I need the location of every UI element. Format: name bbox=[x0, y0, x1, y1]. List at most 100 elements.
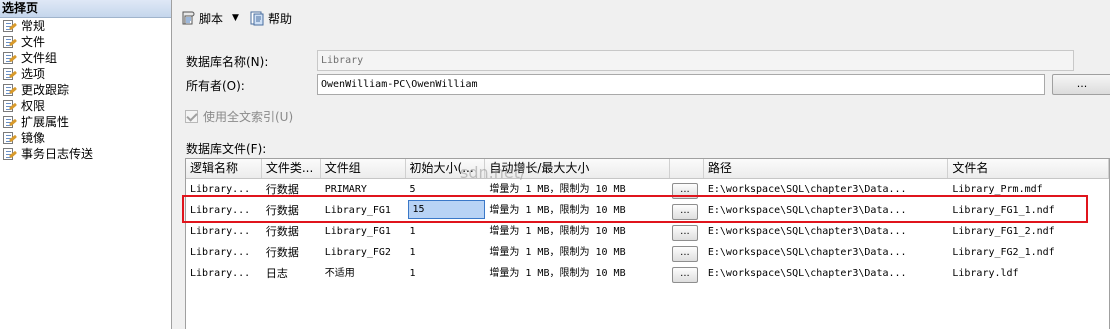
fulltext-checkbox bbox=[185, 110, 198, 123]
page-settings-icon bbox=[2, 147, 18, 161]
page-settings-icon bbox=[2, 131, 18, 145]
column-header[interactable]: 逻辑名称 bbox=[186, 159, 262, 178]
page-item[interactable]: 文件组 bbox=[0, 50, 171, 66]
column-header[interactable] bbox=[670, 159, 704, 178]
cell-type[interactable]: 行数据 bbox=[262, 242, 321, 263]
cell-size[interactable]: 15 bbox=[406, 200, 486, 221]
cell-growth[interactable]: 增量为 1 MB，限制为 10 MB bbox=[485, 263, 670, 284]
cell-group[interactable]: PRIMARY bbox=[321, 179, 406, 200]
cell-path[interactable]: E:\workspace\SQL\chapter3\Data... bbox=[704, 263, 948, 284]
grid-header: 逻辑名称 文件类... 文件组 初始大小(... 自动增长/最大大小 路径 文件名 bbox=[186, 159, 1109, 179]
cell-type[interactable]: 日志 bbox=[262, 263, 321, 284]
page-settings-icon bbox=[2, 19, 18, 33]
grid-row[interactable]: Library... 行数据 Library_FG1 1 增量为 1 MB，限制为 10… bbox=[186, 221, 1109, 242]
cell-group[interactable]: Library_FG2 bbox=[321, 242, 406, 263]
page-item[interactable]: 扩展属性 bbox=[0, 114, 171, 130]
db-name-field: Library bbox=[317, 50, 1074, 71]
owner-field[interactable]: OwenWilliam-PC\OwenWilliam bbox=[317, 74, 1045, 95]
cell-type[interactable]: 行数据 bbox=[262, 179, 321, 200]
page-item-label: 事务日志传送 bbox=[21, 147, 94, 161]
cell-path[interactable]: E:\workspace\SQL\chapter3\Data... bbox=[704, 200, 948, 221]
page-item-label: 镜像 bbox=[21, 131, 46, 145]
page-item[interactable]: 选项 bbox=[0, 66, 171, 82]
growth-edit-cell: ... bbox=[670, 179, 704, 200]
help-button[interactable]: 帮助 bbox=[246, 7, 295, 29]
column-header[interactable]: 文件名 bbox=[948, 159, 1109, 178]
cell-growth[interactable]: 增量为 1 MB，限制为 10 MB bbox=[485, 200, 670, 221]
cell-type[interactable]: 行数据 bbox=[262, 200, 321, 221]
column-header[interactable]: 路径 bbox=[704, 159, 949, 178]
column-header[interactable]: 文件组 bbox=[321, 159, 406, 178]
page-settings-icon bbox=[2, 99, 18, 113]
page-settings-icon bbox=[2, 115, 18, 129]
cell-size[interactable]: 1 bbox=[406, 242, 486, 263]
cell-size[interactable]: 1 bbox=[406, 263, 486, 284]
growth-edit-button[interactable]: ... bbox=[671, 183, 698, 199]
cell-logical[interactable]: Library... bbox=[186, 179, 262, 200]
fulltext-label: 使用全文索引(U) bbox=[203, 110, 294, 124]
owner-browse-button[interactable]: ... bbox=[1052, 74, 1110, 95]
cell-logical[interactable]: Library... bbox=[186, 221, 262, 242]
cell-growth[interactable]: 增量为 1 MB，限制为 10 MB bbox=[485, 179, 670, 200]
cell-file[interactable]: Library_FG2_1.ndf bbox=[948, 242, 1109, 263]
db-files-grid: 逻辑名称 文件类... 文件组 初始大小(... 自动增长/最大大小 路径 文件名 Libr… bbox=[185, 158, 1110, 329]
chevron-down-icon[interactable]: ▼ bbox=[232, 13, 239, 23]
grid-row[interactable]: Library... 行数据 Library_FG2 1 增量为 1 MB，限制为 10… bbox=[186, 242, 1109, 263]
initial-size-input[interactable]: 15 bbox=[407, 200, 486, 219]
column-header[interactable]: 文件类... bbox=[262, 159, 321, 178]
growth-edit-button[interactable]: ... bbox=[671, 225, 698, 241]
cell-logical[interactable]: Library... bbox=[186, 263, 262, 284]
page-item[interactable]: 事务日志传送 bbox=[0, 146, 171, 162]
growth-edit-cell: ... bbox=[670, 263, 704, 284]
script-icon bbox=[182, 11, 195, 25]
cell-logical[interactable]: Library... bbox=[186, 200, 262, 221]
growth-edit-button[interactable]: ... bbox=[671, 246, 698, 262]
grid-row[interactable]: Library... 行数据 Library_FG1 15 增量为 1 MB，限制为 1… bbox=[186, 200, 1109, 221]
page-item[interactable]: 权限 bbox=[0, 98, 171, 114]
growth-edit-cell: ... bbox=[670, 221, 704, 242]
cell-file[interactable]: Library_FG1_1.ndf bbox=[948, 200, 1109, 221]
help-label: 帮助 bbox=[267, 11, 292, 26]
properties-content: 脚本 ▼ 帮助 数据库名称(N): Library 所有者(O): OwenWi… bbox=[173, 0, 1110, 329]
cell-growth[interactable]: 增量为 1 MB，限制为 10 MB bbox=[485, 242, 670, 263]
growth-edit-cell: ... bbox=[670, 242, 704, 263]
growth-edit-button[interactable]: ... bbox=[671, 204, 698, 220]
cell-logical[interactable]: Library... bbox=[186, 242, 262, 263]
grid-row[interactable]: Library... 日志 不适用 1 增量为 1 MB，限制为 10 MB... E:\… bbox=[186, 263, 1109, 284]
cell-path[interactable]: E:\workspace\SQL\chapter3\Data... bbox=[704, 221, 948, 242]
cell-type[interactable]: 行数据 bbox=[262, 221, 321, 242]
cell-path[interactable]: E:\workspace\SQL\chapter3\Data... bbox=[704, 179, 948, 200]
script-button[interactable]: 脚本 ▼ bbox=[177, 7, 242, 29]
cell-group[interactable]: Library_FG1 bbox=[321, 221, 406, 242]
owner-label: 所有者(O): bbox=[186, 79, 245, 93]
growth-edit-button[interactable]: ... bbox=[671, 267, 698, 283]
cell-group[interactable]: 不适用 bbox=[321, 263, 406, 284]
cell-path[interactable]: E:\workspace\SQL\chapter3\Data... bbox=[704, 242, 948, 263]
page-item[interactable]: 文件 bbox=[0, 34, 171, 50]
toolbar: 脚本 ▼ 帮助 bbox=[173, 0, 1110, 36]
grid-row[interactable]: Library... 行数据 PRIMARY 5 增量为 1 MB，限制为 10 MB.… bbox=[186, 179, 1109, 200]
script-label: 脚本 bbox=[199, 11, 224, 26]
cell-size[interactable]: 5 bbox=[406, 179, 486, 200]
cell-file[interactable]: Library_Prm.mdf bbox=[948, 179, 1109, 200]
cell-size[interactable]: 1 bbox=[406, 221, 486, 242]
page-item-label: 文件组 bbox=[21, 51, 58, 65]
cell-growth[interactable]: 增量为 1 MB，限制为 10 MB bbox=[485, 221, 670, 242]
column-header[interactable]: 初始大小(... bbox=[406, 159, 486, 178]
db-name-label: 数据库名称(N): bbox=[186, 55, 269, 69]
page-settings-icon bbox=[2, 67, 18, 81]
column-header[interactable]: 自动增长/最大大小 bbox=[485, 159, 670, 178]
cell-group[interactable]: Library_FG1 bbox=[321, 200, 406, 221]
cell-file[interactable]: Library.ldf bbox=[948, 263, 1109, 284]
page-settings-icon bbox=[2, 83, 18, 97]
page-settings-icon bbox=[2, 51, 18, 65]
page-item[interactable]: 更改跟踪 bbox=[0, 82, 171, 98]
page-item[interactable]: 镜像 bbox=[0, 130, 171, 146]
page-item-label: 扩展属性 bbox=[21, 115, 70, 129]
help-icon bbox=[250, 11, 264, 26]
page-item-label: 更改跟踪 bbox=[21, 83, 70, 97]
page-item[interactable]: 常规 bbox=[0, 18, 171, 34]
page-item-label: 权限 bbox=[21, 99, 46, 113]
cell-file[interactable]: Library_FG1_2.ndf bbox=[948, 221, 1109, 242]
growth-edit-cell: ... bbox=[670, 200, 704, 221]
